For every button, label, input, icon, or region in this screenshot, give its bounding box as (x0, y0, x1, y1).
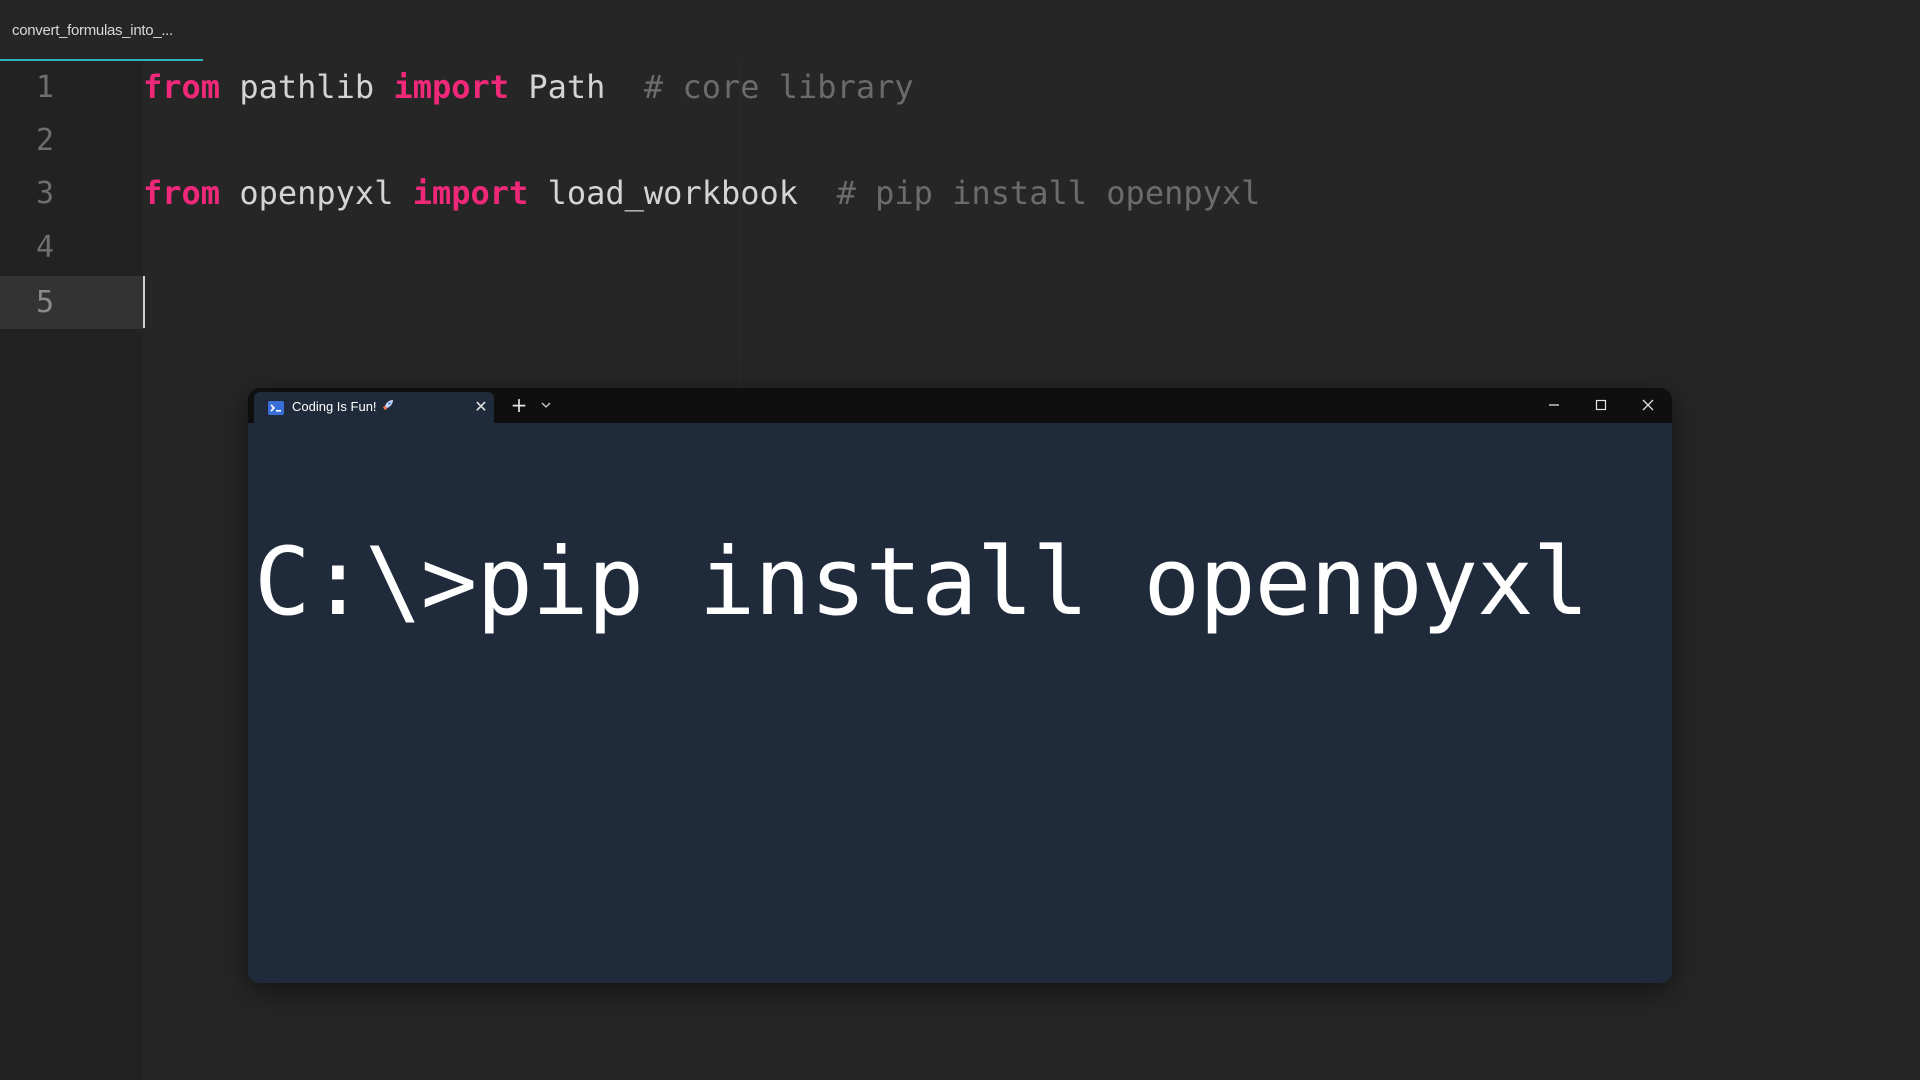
terminal-command-line: C:\>pip install openpyxl (254, 528, 1589, 637)
line-number: 1 (36, 70, 55, 105)
line-number: 3 (36, 176, 55, 211)
line-number-gutter: 1 2 3 4 5 (0, 61, 143, 1080)
line-number: 2 (36, 123, 55, 158)
keyword-import: import (393, 68, 510, 106)
gutter-line-4: 4 (0, 221, 143, 274)
editor-tab-label: convert_formulas_into_... (12, 22, 173, 39)
module-name: openpyxl (239, 174, 394, 212)
chevron-down-icon[interactable] (538, 396, 554, 414)
terminal-titlebar[interactable]: Coding Is Fun! ✕ + (248, 388, 1672, 423)
keyword-from: from (143, 174, 221, 212)
gutter-line-1: 1 (0, 61, 143, 114)
terminal-profile-icon (268, 400, 284, 415)
terminal-body[interactable]: C:\>pip install openpyxl (248, 423, 1672, 983)
code-comment: # core library (643, 68, 914, 106)
close-tab-icon[interactable]: ✕ (472, 398, 490, 416)
terminal-tab[interactable]: Coding Is Fun! ✕ (254, 392, 494, 423)
terminal-tab-title: Coding Is Fun! (292, 399, 377, 414)
line-number: 5 (36, 285, 55, 320)
imported-name: Path (528, 68, 606, 106)
code-comment: # pip install openpyxl (836, 174, 1261, 212)
text-caret (143, 276, 145, 328)
gutter-line-2: 2 (0, 114, 143, 167)
editor-tab-bar: convert_formulas_into_... (0, 0, 1920, 61)
close-window-button[interactable] (1628, 392, 1668, 418)
editor-tab-active-file[interactable]: convert_formulas_into_... (0, 0, 203, 61)
minimize-button[interactable] (1534, 392, 1574, 418)
terminal-window[interactable]: Coding Is Fun! ✕ + C:\>pip install openp… (248, 388, 1672, 983)
keyword-from: from (143, 68, 221, 106)
maximize-button[interactable] (1581, 392, 1621, 418)
code-line-1[interactable]: from pathlib import Path # core library (143, 61, 914, 114)
module-name: pathlib (239, 68, 375, 106)
imported-name: load_workbook (547, 174, 799, 212)
gutter-line-3: 3 (0, 167, 143, 220)
code-editor: convert_formulas_into_... 1 2 3 4 5 from… (0, 0, 1920, 1080)
new-tab-button[interactable]: + (508, 394, 530, 416)
rocket-icon (382, 399, 394, 414)
keyword-import: import (412, 174, 529, 212)
code-line-3[interactable]: from openpyxl import load_workbook # pip… (143, 167, 1260, 220)
line-number: 4 (36, 230, 55, 265)
gutter-line-5-active: 5 (0, 276, 143, 329)
